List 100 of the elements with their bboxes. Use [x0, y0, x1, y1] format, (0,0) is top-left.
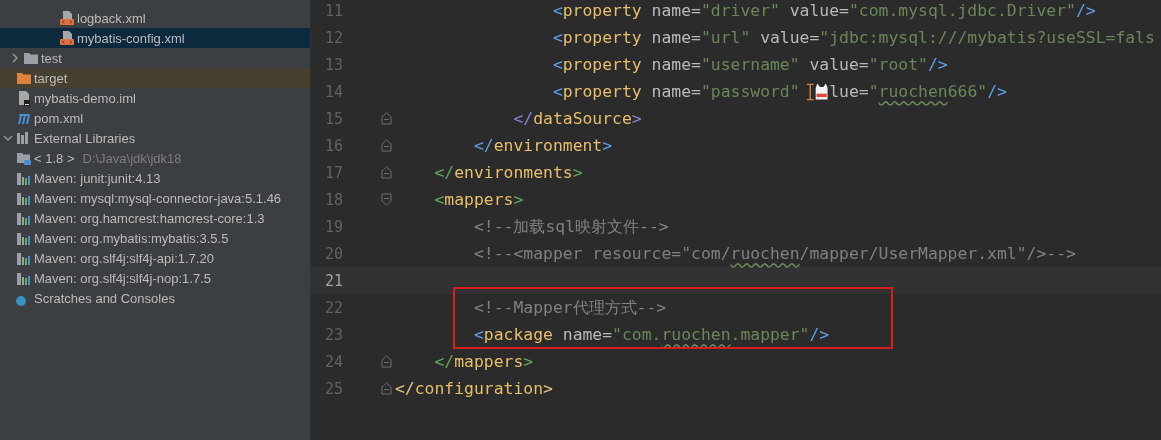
tag-name: configuration [414, 379, 544, 398]
string-literal: "root" [868, 55, 928, 74]
tree-item[interactable]: Maven: mysql:mysql-connector-java:5.1.46 [0, 188, 310, 208]
tag-bracket: /> [987, 82, 1007, 101]
tag-bracket: </ [473, 136, 494, 155]
tag-bracket: </ [395, 379, 415, 398]
line-number: 25 [323, 379, 343, 398]
xml-file-icon [59, 30, 75, 46]
attribute-text: name= [650, 1, 701, 20]
item-label: External Libraries [34, 130, 136, 146]
item-label: < 1.8 > [34, 150, 75, 166]
string-literal: "password" [700, 82, 800, 101]
tree-item[interactable]: Maven: org.slf4j:slf4j-api:1.7.20 [0, 248, 310, 268]
tree-item[interactable]: test [0, 48, 310, 68]
attribute-text: value= [788, 1, 849, 20]
attribute-text: name= [650, 82, 701, 101]
string-literal: "jdbc:mysql:///mybatis?useSSL=fals [819, 28, 1155, 47]
line-number: 15 [323, 109, 343, 128]
tag-name: environments [454, 163, 573, 182]
tag-bracket: /> [927, 55, 948, 74]
tag-bracket: </ [513, 109, 534, 128]
library-jar-icon [16, 270, 32, 286]
attribute-text: name= [650, 55, 701, 74]
misspelled-word: ruochen [661, 325, 731, 344]
library-jar-icon [16, 210, 32, 226]
tag-name: environment [493, 136, 603, 155]
tree-item[interactable]: Maven: junit:junit:4.13 [0, 168, 310, 188]
folder-icon [23, 50, 39, 66]
attribute-text: lue= [829, 82, 869, 101]
misspelled-word: ruochen [730, 244, 800, 263]
library-jar-icon [16, 250, 32, 266]
fold-end-icon[interactable] [381, 112, 392, 125]
fold-start-icon[interactable] [381, 193, 392, 206]
tree-item[interactable]: logback.xml [0, 8, 310, 28]
item-label: Maven: org.slf4j:slf4j-api:1.7.20 [34, 250, 214, 266]
tree-item[interactable]: External Libraries [0, 128, 310, 148]
tag-name: property [562, 82, 642, 101]
module-file-icon [16, 90, 32, 106]
tag-bracket: < [552, 28, 563, 47]
line-number: 13 [323, 55, 343, 74]
line-number: 11 [323, 1, 343, 20]
line-number: 12 [323, 28, 343, 47]
chevron-icon[interactable] [10, 53, 20, 63]
attribute-text: name= [561, 325, 613, 344]
fold-end-icon[interactable] [381, 382, 392, 395]
tag-bracket: > [631, 109, 642, 128]
tag-bracket: > [602, 136, 613, 155]
item-label: Maven: org.hamcrest:hamcrest-core:1.3 [34, 210, 265, 226]
tag-name: package [483, 325, 553, 344]
string-literal: "url" [700, 28, 751, 47]
item-label: target [34, 70, 68, 86]
item-label: Scratches and Consoles [34, 290, 175, 306]
item-label: mybatis-demo.iml [34, 90, 136, 106]
tree-item[interactable]: pom.xml [0, 108, 310, 128]
folder-icon [16, 70, 32, 86]
code-comment: <!--Mapper代理方式--> [473, 296, 667, 319]
xml-file-icon [59, 10, 75, 26]
library-jar-icon [16, 190, 32, 206]
item-label: Maven: org.mybatis:mybatis:3.5.5 [34, 230, 229, 246]
library-jar-icon [16, 230, 32, 246]
tag-bracket: /> [1075, 1, 1096, 20]
tag-bracket: > [513, 190, 524, 209]
fold-end-icon[interactable] [381, 139, 392, 152]
tag-bracket: </ [434, 352, 455, 371]
tree-item[interactable]: Maven: org.slf4j:slf4j-nop:1.7.5 [0, 268, 310, 288]
code-comment: /mapper/UserMapper.xml"/>--> [799, 244, 1076, 263]
line-number: 21 [323, 271, 343, 290]
line-number: 24 [323, 352, 343, 371]
tag-name: property [562, 1, 642, 20]
code-comment: <!--加载sql映射文件--> [473, 215, 669, 238]
string-literal: .mapper" [730, 325, 810, 344]
line-number: 16 [323, 136, 343, 155]
tree-item[interactable]: Maven: org.mybatis:mybatis:3.5.5 [0, 228, 310, 248]
line-number: 18 [323, 190, 343, 209]
fold-end-icon[interactable] [381, 355, 392, 368]
tag-bracket: > [523, 352, 534, 371]
tree-item[interactable]: mybatis-config.xml [0, 28, 310, 48]
item-label: Maven: junit:junit:4.13 [34, 170, 161, 186]
string-literal: "username" [700, 55, 800, 74]
tag-bracket: < [552, 55, 563, 74]
string-literal: "driver" [700, 1, 780, 20]
item-label: Maven: mysql:mysql-connector-java:5.1.46 [34, 190, 282, 206]
tree-item[interactable]: mybatis-demo.iml [0, 88, 310, 108]
tree-item[interactable]: Scratches and Consoles [0, 288, 310, 308]
jdk-folder-icon [16, 150, 32, 166]
line-number: 20 [323, 244, 343, 263]
item-label: Maven: org.slf4j:slf4j-nop:1.7.5 [34, 270, 212, 286]
line-number: 14 [323, 82, 343, 101]
tag-bracket: < [434, 190, 445, 209]
chevron-icon[interactable] [3, 133, 13, 143]
jdk-path: D:\Java\jdk\jdk18 [82, 150, 182, 166]
string-literal: "com.mysql.jdbc.Driver" [848, 1, 1076, 20]
tree-item[interactable]: < 1.8 > D:\Java\jdk\jdk18 [0, 148, 310, 168]
line-number: 23 [323, 325, 343, 344]
tree-item[interactable]: target [0, 68, 310, 88]
tag-bracket: /> [809, 325, 830, 344]
fold-end-icon[interactable] [381, 166, 392, 179]
attribute-text: value= [759, 28, 820, 47]
tag-name: property [562, 55, 642, 74]
tree-item[interactable]: Maven: org.hamcrest:hamcrest-core:1.3 [0, 208, 310, 228]
